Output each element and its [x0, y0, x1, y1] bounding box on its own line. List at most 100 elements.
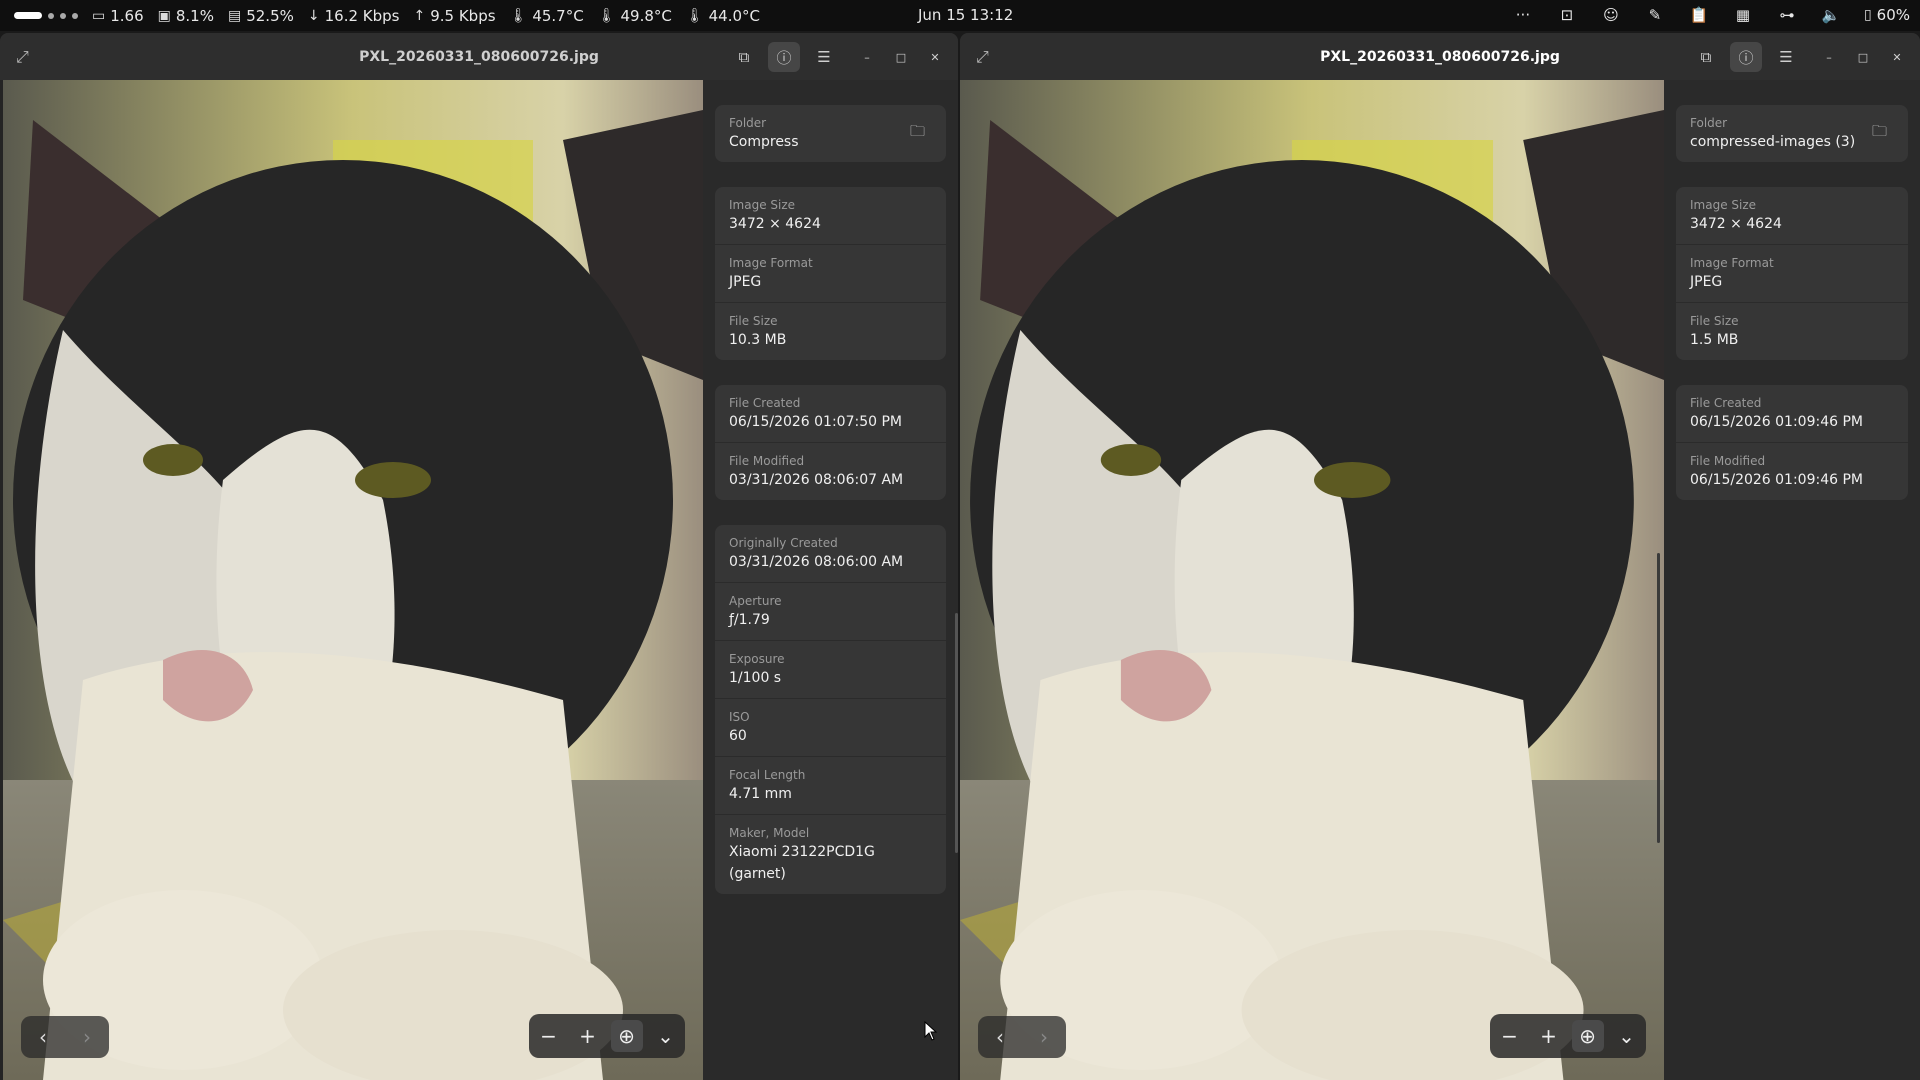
zoom-menu-button[interactable]: ⌄	[650, 1020, 682, 1052]
network-icon[interactable]: ⊶	[1776, 4, 1798, 26]
zoom-controls: − + ⊕ ⌄	[529, 1014, 685, 1058]
memory-stat[interactable]: ▤ 52.5%	[228, 7, 294, 25]
open-folder-icon[interactable]: 🗀	[1872, 121, 1896, 143]
zoom-menu-button[interactable]: ⌄	[1611, 1020, 1643, 1052]
screenshot-icon[interactable]: ⊡	[1556, 4, 1578, 26]
workspace-dot[interactable]	[48, 12, 54, 19]
fullscreen-toggle-icon[interactable]: ⤢	[16, 47, 36, 67]
exif-card: Originally Created 03/31/2026 08:06:00 AM…	[715, 525, 946, 894]
property-row: Maker, Model Xiaomi 23122PCD1G (garnet)	[729, 826, 875, 882]
property-row: ISO 60	[715, 699, 946, 757]
dates-card: File Created 06/15/2026 01:09:46 PM File …	[1676, 385, 1908, 500]
memory-icon: ▤	[227, 7, 242, 24]
clock[interactable]: Jun 15 13:12	[918, 6, 1013, 24]
volume-icon[interactable]: 🔈	[1820, 4, 1842, 26]
thermometer-icon: 🌡	[597, 7, 616, 24]
dates-card: File Created 06/15/2026 01:07:50 PM File …	[715, 385, 946, 500]
property-row: Image Format JPEG	[715, 245, 946, 303]
next-image-button[interactable]: ›	[1040, 1025, 1048, 1049]
folder-card: Folder Compress 🗀	[715, 105, 946, 162]
temp-stat-1[interactable]: 🌡 45.7°C	[510, 7, 584, 25]
download-arrow-icon: ↓	[307, 7, 320, 24]
header-bar: ⤢ PXL_20260331_080600726.jpg ⧉ ⓘ ☰ – □ ✕	[960, 33, 1920, 80]
image-info-card: Image Size 3472 × 4624 Image Format JPEG F…	[1676, 187, 1908, 360]
zoom-in-button[interactable]: +	[1533, 1020, 1565, 1052]
property-row: File Created 06/15/2026 01:09:46 PM	[1676, 385, 1908, 443]
property-row: Folder Compress 🗀	[715, 105, 946, 162]
previous-image-button[interactable]: ‹	[39, 1025, 47, 1049]
properties-sidebar[interactable]: Folder compressed-images (3) 🗀 Image Siz…	[1664, 80, 1920, 1080]
color-picker-icon[interactable]: ✎	[1644, 4, 1666, 26]
image-viewer-window-compressed: ⤢ PXL_20260331_080600726.jpg ⧉ ⓘ ☰ – □ ✕	[960, 33, 1920, 1080]
emoji-icon[interactable]: ☺	[1600, 4, 1622, 26]
image-navigation: ‹ ›	[978, 1016, 1066, 1058]
zoom-fit-button[interactable]: ⊕	[610, 1020, 643, 1052]
workspace-indicator[interactable]	[14, 12, 78, 19]
close-button[interactable]: ✕	[1884, 44, 1910, 70]
maximize-button[interactable]: □	[1850, 44, 1876, 70]
minimize-button[interactable]: –	[854, 44, 880, 70]
workspace-dot[interactable]	[60, 12, 66, 19]
main-menu-button[interactable]: ☰	[808, 42, 840, 72]
property-row: File Modified 06/15/2026 01:09:46 PM	[1690, 454, 1863, 488]
net-down-stat[interactable]: ↓ 16.2 Kbps	[308, 7, 400, 25]
zoom-in-button[interactable]: +	[572, 1020, 604, 1052]
clipboard-icon[interactable]: 📋	[1688, 4, 1710, 26]
maximize-button[interactable]: □	[888, 44, 914, 70]
upload-arrow-icon: ↑	[413, 7, 426, 24]
next-image-button[interactable]: ›	[83, 1025, 91, 1049]
temp-stat-3[interactable]: 🌡 44.0°C	[686, 7, 760, 25]
system-tray: ··· ⊡ ☺ ✎ 📋 ▦ ⊶ 🔈 ▯ 60%	[1512, 4, 1910, 26]
header-bar: ⤢ PXL_20260331_080600726.jpg ⧉ ⓘ ☰ – □ ✕	[0, 33, 958, 80]
property-row: Aperture ƒ/1.79	[715, 583, 946, 641]
image-canvas[interactable]: ‹ › − + ⊕ ⌄	[960, 80, 1664, 1080]
system-top-bar: ▭ 1.66 ▣ 8.1% ▤ 52.5% ↓ 16.2 Kbps ↑ 9.5 Kbps …	[0, 0, 1920, 31]
cat-photo	[3, 80, 703, 1080]
thermometer-icon: 🌡	[509, 7, 528, 24]
property-row: Image Size 3472 × 4624	[1676, 187, 1908, 245]
image-viewer-window-original: ⤢ PXL_20260331_080600726.jpg ⧉ ⓘ ☰ – □ ✕	[0, 33, 958, 1080]
zoom-fit-button[interactable]: ⊕	[1571, 1020, 1604, 1052]
minimize-button[interactable]: –	[1816, 44, 1842, 70]
crop-button[interactable]: ⧉	[1690, 42, 1722, 72]
zoom-out-button[interactable]: −	[533, 1020, 565, 1052]
image-scrollbar[interactable]	[1657, 553, 1660, 843]
cpu-percent-stat[interactable]: ▣ 8.1%	[158, 7, 214, 25]
property-row: Exposure 1/100 s	[715, 641, 946, 699]
mouse-cursor-icon	[924, 1021, 938, 1041]
previous-image-button[interactable]: ‹	[996, 1025, 1004, 1049]
folder-card: Folder compressed-images (3) 🗀	[1676, 105, 1908, 162]
active-workspace[interactable]	[14, 12, 42, 19]
main-menu-button[interactable]: ☰	[1770, 42, 1802, 72]
zoom-out-button[interactable]: −	[1494, 1020, 1526, 1052]
net-up-stat[interactable]: ↑ 9.5 Kbps	[413, 7, 495, 25]
property-row: Image Format JPEG	[1676, 245, 1908, 303]
image-canvas[interactable]: ‹ › − + ⊕ ⌄	[3, 80, 703, 1080]
tiling-layout-icon[interactable]: ▦	[1732, 4, 1754, 26]
property-row: Originally Created 03/31/2026 08:06:00 AM	[715, 525, 946, 583]
cpu-load-stat[interactable]: ▭ 1.66	[92, 7, 144, 25]
property-row: File Size 10.3 MB	[729, 314, 787, 348]
overflow-icon[interactable]: ···	[1512, 4, 1534, 26]
open-folder-icon[interactable]: 🗀	[910, 121, 934, 143]
workspace-dot[interactable]	[72, 12, 78, 19]
close-button[interactable]: ✕	[922, 44, 948, 70]
cpu-icon: ▣	[157, 7, 171, 24]
property-row: File Created 06/15/2026 01:07:50 PM	[715, 385, 946, 443]
fullscreen-toggle-icon[interactable]: ⤢	[976, 47, 996, 67]
property-row: File Size 1.5 MB	[1690, 314, 1739, 348]
info-button[interactable]: ⓘ	[1730, 42, 1762, 72]
thermometer-icon: 🌡	[685, 7, 704, 24]
cat-photo	[960, 80, 1664, 1080]
temp-stat-2[interactable]: 🌡 49.8°C	[598, 7, 672, 25]
property-row: Focal Length 4.71 mm	[715, 757, 946, 815]
battery-status[interactable]: ▯ 60%	[1864, 6, 1910, 24]
sidebar-scrollbar[interactable]	[955, 613, 958, 853]
image-navigation: ‹ ›	[21, 1016, 109, 1058]
properties-sidebar[interactable]: Folder Compress 🗀 Image Size 3472 × 4624 …	[703, 80, 958, 1080]
image-info-card: Image Size 3472 × 4624 Image Format JPEG F…	[715, 187, 946, 360]
property-row: Image Size 3472 × 4624	[715, 187, 946, 245]
crop-button[interactable]: ⧉	[728, 42, 760, 72]
monitor-icon: ▭	[92, 7, 106, 24]
info-button[interactable]: ⓘ	[768, 42, 800, 72]
